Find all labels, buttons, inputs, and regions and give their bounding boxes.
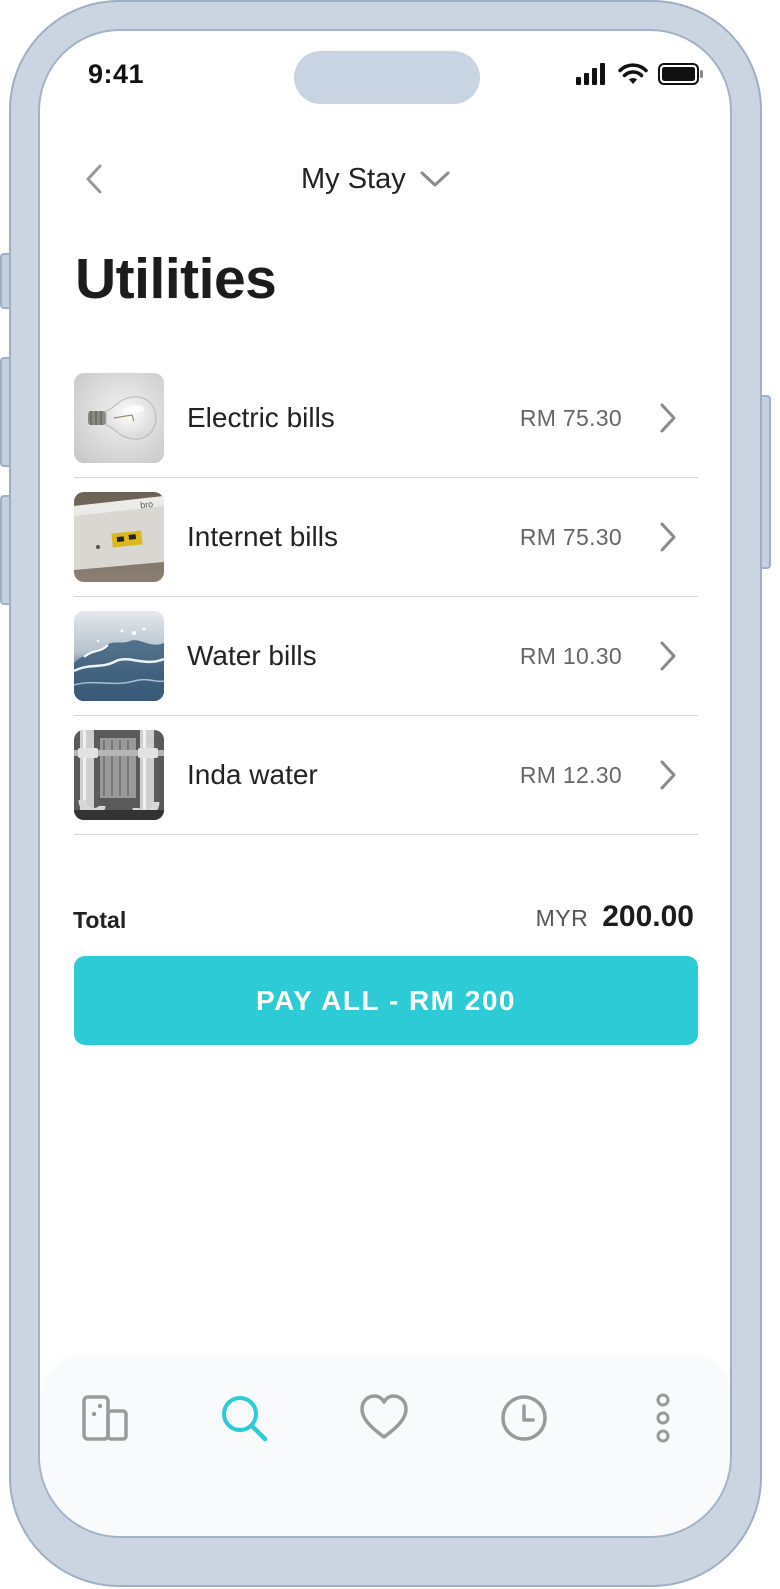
status-icons xyxy=(576,63,704,85)
utility-amount: RM 12.30 xyxy=(519,761,622,788)
utility-row-internet[interactable]: bro Internet bills RM 75.30 xyxy=(74,478,698,597)
battery-icon xyxy=(658,63,703,85)
utilities-list: Electric bills RM 75.30 bro Internet bil… xyxy=(74,359,698,835)
total-value: 200.00 xyxy=(602,900,694,933)
dynamic-island xyxy=(294,51,480,104)
nav-home[interactable] xyxy=(79,1392,131,1444)
stay-selector-label: My Stay xyxy=(301,162,406,195)
bottom-nav xyxy=(40,1357,730,1536)
more-icon xyxy=(656,1393,670,1443)
back-button[interactable] xyxy=(82,161,106,197)
total-amount: MYR 200.00 xyxy=(536,900,694,934)
utility-amount: RM 75.30 xyxy=(519,404,622,431)
chevron-right-icon xyxy=(658,400,680,436)
total-currency: MYR xyxy=(535,905,589,931)
heart-icon xyxy=(360,1394,408,1439)
total-label: Total xyxy=(73,907,127,933)
water-splash-thumbnail xyxy=(74,611,164,701)
page-title: Utilities xyxy=(75,247,277,311)
building-icon xyxy=(82,1395,128,1441)
chevron-left-icon xyxy=(86,164,102,194)
chevron-right-icon xyxy=(658,519,680,555)
utility-label: Inda water xyxy=(187,759,318,790)
utility-label: Electric bills xyxy=(187,402,335,433)
nav-search[interactable] xyxy=(218,1392,270,1444)
utility-row-inda-water[interactable]: Inda water RM 12.30 xyxy=(74,716,698,835)
pay-all-button[interactable]: PAY ALL - RM 200 xyxy=(74,956,698,1045)
chevron-right-icon xyxy=(658,638,680,674)
utility-label: Water bills xyxy=(187,640,317,671)
search-icon xyxy=(222,1396,268,1442)
utility-amount: RM 75.30 xyxy=(519,523,622,550)
status-time: 9:41 xyxy=(88,59,145,89)
nav-history[interactable] xyxy=(498,1392,550,1444)
utility-row-electric[interactable]: Electric bills RM 75.30 xyxy=(74,359,698,478)
pipes-thumbnail xyxy=(74,730,164,820)
utility-label: Internet bills xyxy=(187,521,338,552)
utility-row-water[interactable]: Water bills RM 10.30 xyxy=(74,597,698,716)
clock-icon xyxy=(501,1395,547,1441)
light-bulb-thumbnail xyxy=(74,373,164,463)
svg-text:bro: bro xyxy=(140,499,154,510)
wifi-icon xyxy=(618,63,648,84)
chevron-down-icon xyxy=(420,171,450,187)
stay-selector[interactable]: My Stay xyxy=(301,161,450,197)
nav-more[interactable] xyxy=(637,1392,689,1444)
nav-favorites[interactable] xyxy=(358,1392,410,1444)
phone-mockup: 9:41 My Stay Utilities Electric bills RM… xyxy=(0,0,780,1589)
chevron-right-icon xyxy=(658,757,680,793)
signal-icon xyxy=(576,63,605,85)
router-thumbnail: bro xyxy=(74,492,164,582)
phone-screen: 9:41 My Stay Utilities Electric bills RM… xyxy=(38,29,732,1538)
utility-amount: RM 10.30 xyxy=(519,642,622,669)
